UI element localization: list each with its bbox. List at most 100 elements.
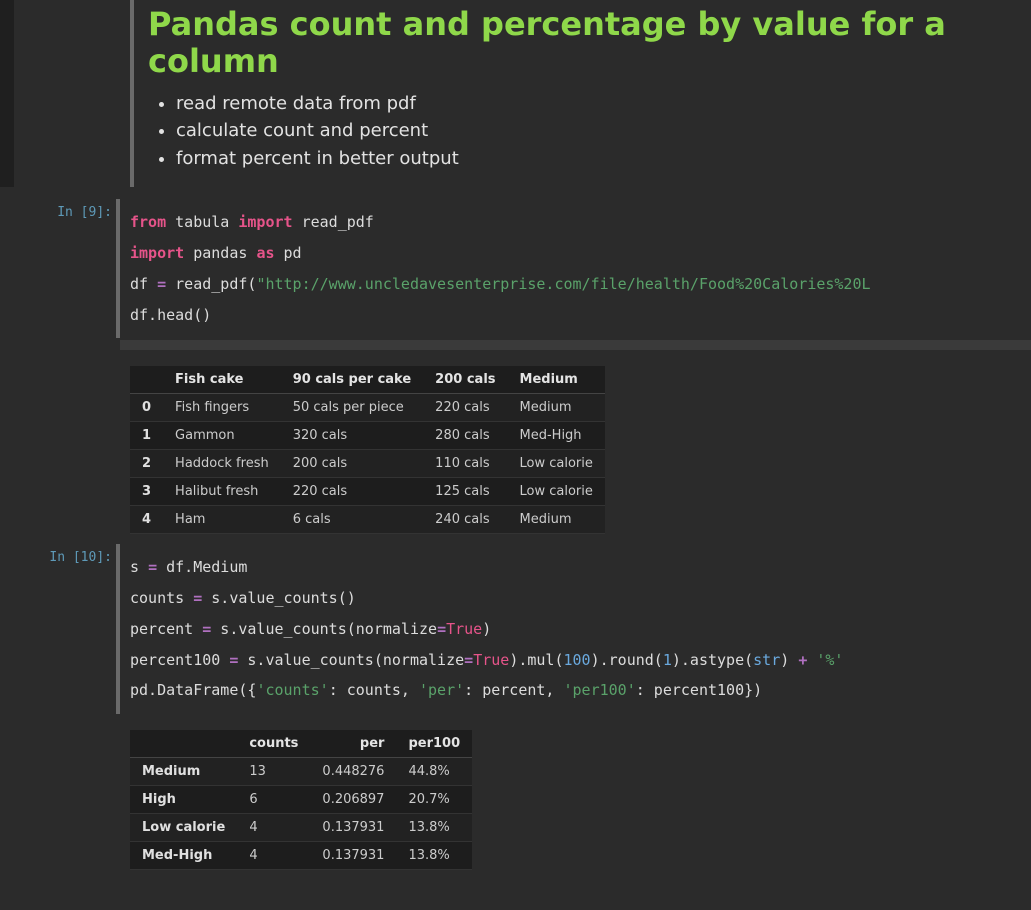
code-token: ).astype(	[672, 651, 753, 669]
table-row: High60.20689720.7%	[130, 786, 472, 814]
code-token: tabula	[166, 213, 238, 231]
output-cell-1: Fish cake 90 cals per cake 200 cals Medi…	[0, 350, 1031, 544]
table-cell: 0.137931	[310, 842, 396, 870]
in-prompt: In [9]:	[0, 199, 120, 350]
table-row: 0Fish fingers50 cals per piece220 calsMe…	[130, 394, 605, 422]
code-token: import	[130, 244, 184, 262]
code-token: s.value_counts(normalize	[238, 651, 464, 669]
code-token: =	[464, 651, 473, 669]
code-token: 'counts'	[256, 681, 328, 699]
code-token: True	[473, 651, 509, 669]
table-cell: 4	[237, 814, 310, 842]
table-cell: 200 cals	[281, 450, 423, 478]
code-token: df.head()	[130, 306, 211, 324]
table-cell: 0.448276	[310, 758, 396, 786]
code-cell-2: In [10]: s = df.Medium counts = s.value_…	[0, 544, 1031, 714]
code-token: ).mul(	[509, 651, 563, 669]
row-index: Low calorie	[130, 814, 237, 842]
code-token: : percent100})	[636, 681, 762, 699]
code-token: : counts,	[329, 681, 419, 699]
table-row: 1Gammon320 cals280 calsMed-High	[130, 422, 605, 450]
table-row: 2Haddock fresh200 cals110 calsLow calori…	[130, 450, 605, 478]
output-table-1: Fish cake 90 cals per cake 200 cals Medi…	[130, 366, 605, 534]
code-token: pandas	[184, 244, 256, 262]
output-table-2: counts per per100 Medium130.44827644.8%H…	[130, 730, 472, 870]
code-cell-1: In [9]: from tabula import read_pdf impo…	[0, 199, 1031, 350]
code-token: 100	[564, 651, 591, 669]
table-row: Low calorie40.13793113.8%	[130, 814, 472, 842]
code-token: =	[193, 589, 202, 607]
code-token: )	[482, 620, 491, 638]
row-index: 2	[130, 450, 163, 478]
code-token: True	[446, 620, 482, 638]
row-index: Medium	[130, 758, 237, 786]
bullet-list: read remote data from pdf calculate coun…	[148, 90, 1031, 174]
bullet-item: calculate count and percent	[176, 117, 1031, 145]
table-row: Medium130.44827644.8%	[130, 758, 472, 786]
markdown-body: Pandas count and percentage by value for…	[148, 0, 1031, 187]
code-token: 1	[663, 651, 672, 669]
table-row: 4Ham6 cals240 calsMedium	[130, 506, 605, 534]
table-cell: Low calorie	[508, 450, 605, 478]
row-index: 0	[130, 394, 163, 422]
code-token: ).round(	[591, 651, 663, 669]
table-cell: 6	[237, 786, 310, 814]
code-token: s	[130, 558, 148, 576]
table-header: 200 cals	[423, 366, 507, 394]
table-cell: Med-High	[508, 422, 605, 450]
page-title: Pandas count and percentage by value for…	[148, 6, 1031, 80]
row-index: Med-High	[130, 842, 237, 870]
table-cell: 220 cals	[423, 394, 507, 422]
table-header: per100	[396, 730, 472, 758]
table-cell: 13.8%	[396, 814, 472, 842]
table-cell: Medium	[508, 506, 605, 534]
bullet-item: format percent in better output	[176, 145, 1031, 173]
row-index: 1	[130, 422, 163, 450]
code-token: =	[202, 620, 211, 638]
out-prompt-spacer	[0, 350, 120, 544]
code-token: percent	[130, 620, 202, 638]
table-header: counts	[237, 730, 310, 758]
row-index: 4	[130, 506, 163, 534]
table-header: 90 cals per cake	[281, 366, 423, 394]
table-cell: 13.8%	[396, 842, 472, 870]
table-cell: Medium	[508, 394, 605, 422]
code-token: percent100	[130, 651, 229, 669]
code-token: str	[753, 651, 780, 669]
code-token: import	[238, 213, 292, 231]
code-token: from	[130, 213, 166, 231]
code-token: '%'	[816, 651, 843, 669]
table-cell: Halibut fresh	[163, 478, 281, 506]
code-token: 'per100'	[564, 681, 636, 699]
code-input[interactable]: from tabula import read_pdf import panda…	[116, 199, 1031, 338]
table-cell: Ham	[163, 506, 281, 534]
code-token: as	[256, 244, 274, 262]
table-cell: 4	[237, 842, 310, 870]
code-token: +	[798, 651, 807, 669]
code-token: df.Medium	[157, 558, 247, 576]
horizontal-scrollbar[interactable]	[120, 340, 1031, 350]
notebook-gutter	[0, 0, 14, 187]
code-token: pd.DataFrame({	[130, 681, 256, 699]
in-prompt: In [10]:	[0, 544, 120, 714]
table-cell: Gammon	[163, 422, 281, 450]
output-cell-2: counts per per100 Medium130.44827644.8%H…	[0, 714, 1031, 880]
row-index: 3	[130, 478, 163, 506]
code-token: s.value_counts()	[202, 589, 356, 607]
table-header: Medium	[508, 366, 605, 394]
table-header: per	[310, 730, 396, 758]
code-token: "http://www.uncledavesenterprise.com/fil…	[256, 275, 870, 293]
code-input[interactable]: s = df.Medium counts = s.value_counts() …	[116, 544, 1031, 714]
table-cell: Fish fingers	[163, 394, 281, 422]
table-cell: 240 cals	[423, 506, 507, 534]
table-cell: 320 cals	[281, 422, 423, 450]
markdown-cell: Pandas count and percentage by value for…	[0, 0, 1031, 199]
row-index: High	[130, 786, 237, 814]
table-row: Med-High40.13793113.8%	[130, 842, 472, 870]
table-cell: 6 cals	[281, 506, 423, 534]
table-cell: 220 cals	[281, 478, 423, 506]
table-cell: 110 cals	[423, 450, 507, 478]
code-token: 'per'	[419, 681, 464, 699]
code-token: =	[437, 620, 446, 638]
table-row: 3Halibut fresh220 cals125 calsLow calori…	[130, 478, 605, 506]
